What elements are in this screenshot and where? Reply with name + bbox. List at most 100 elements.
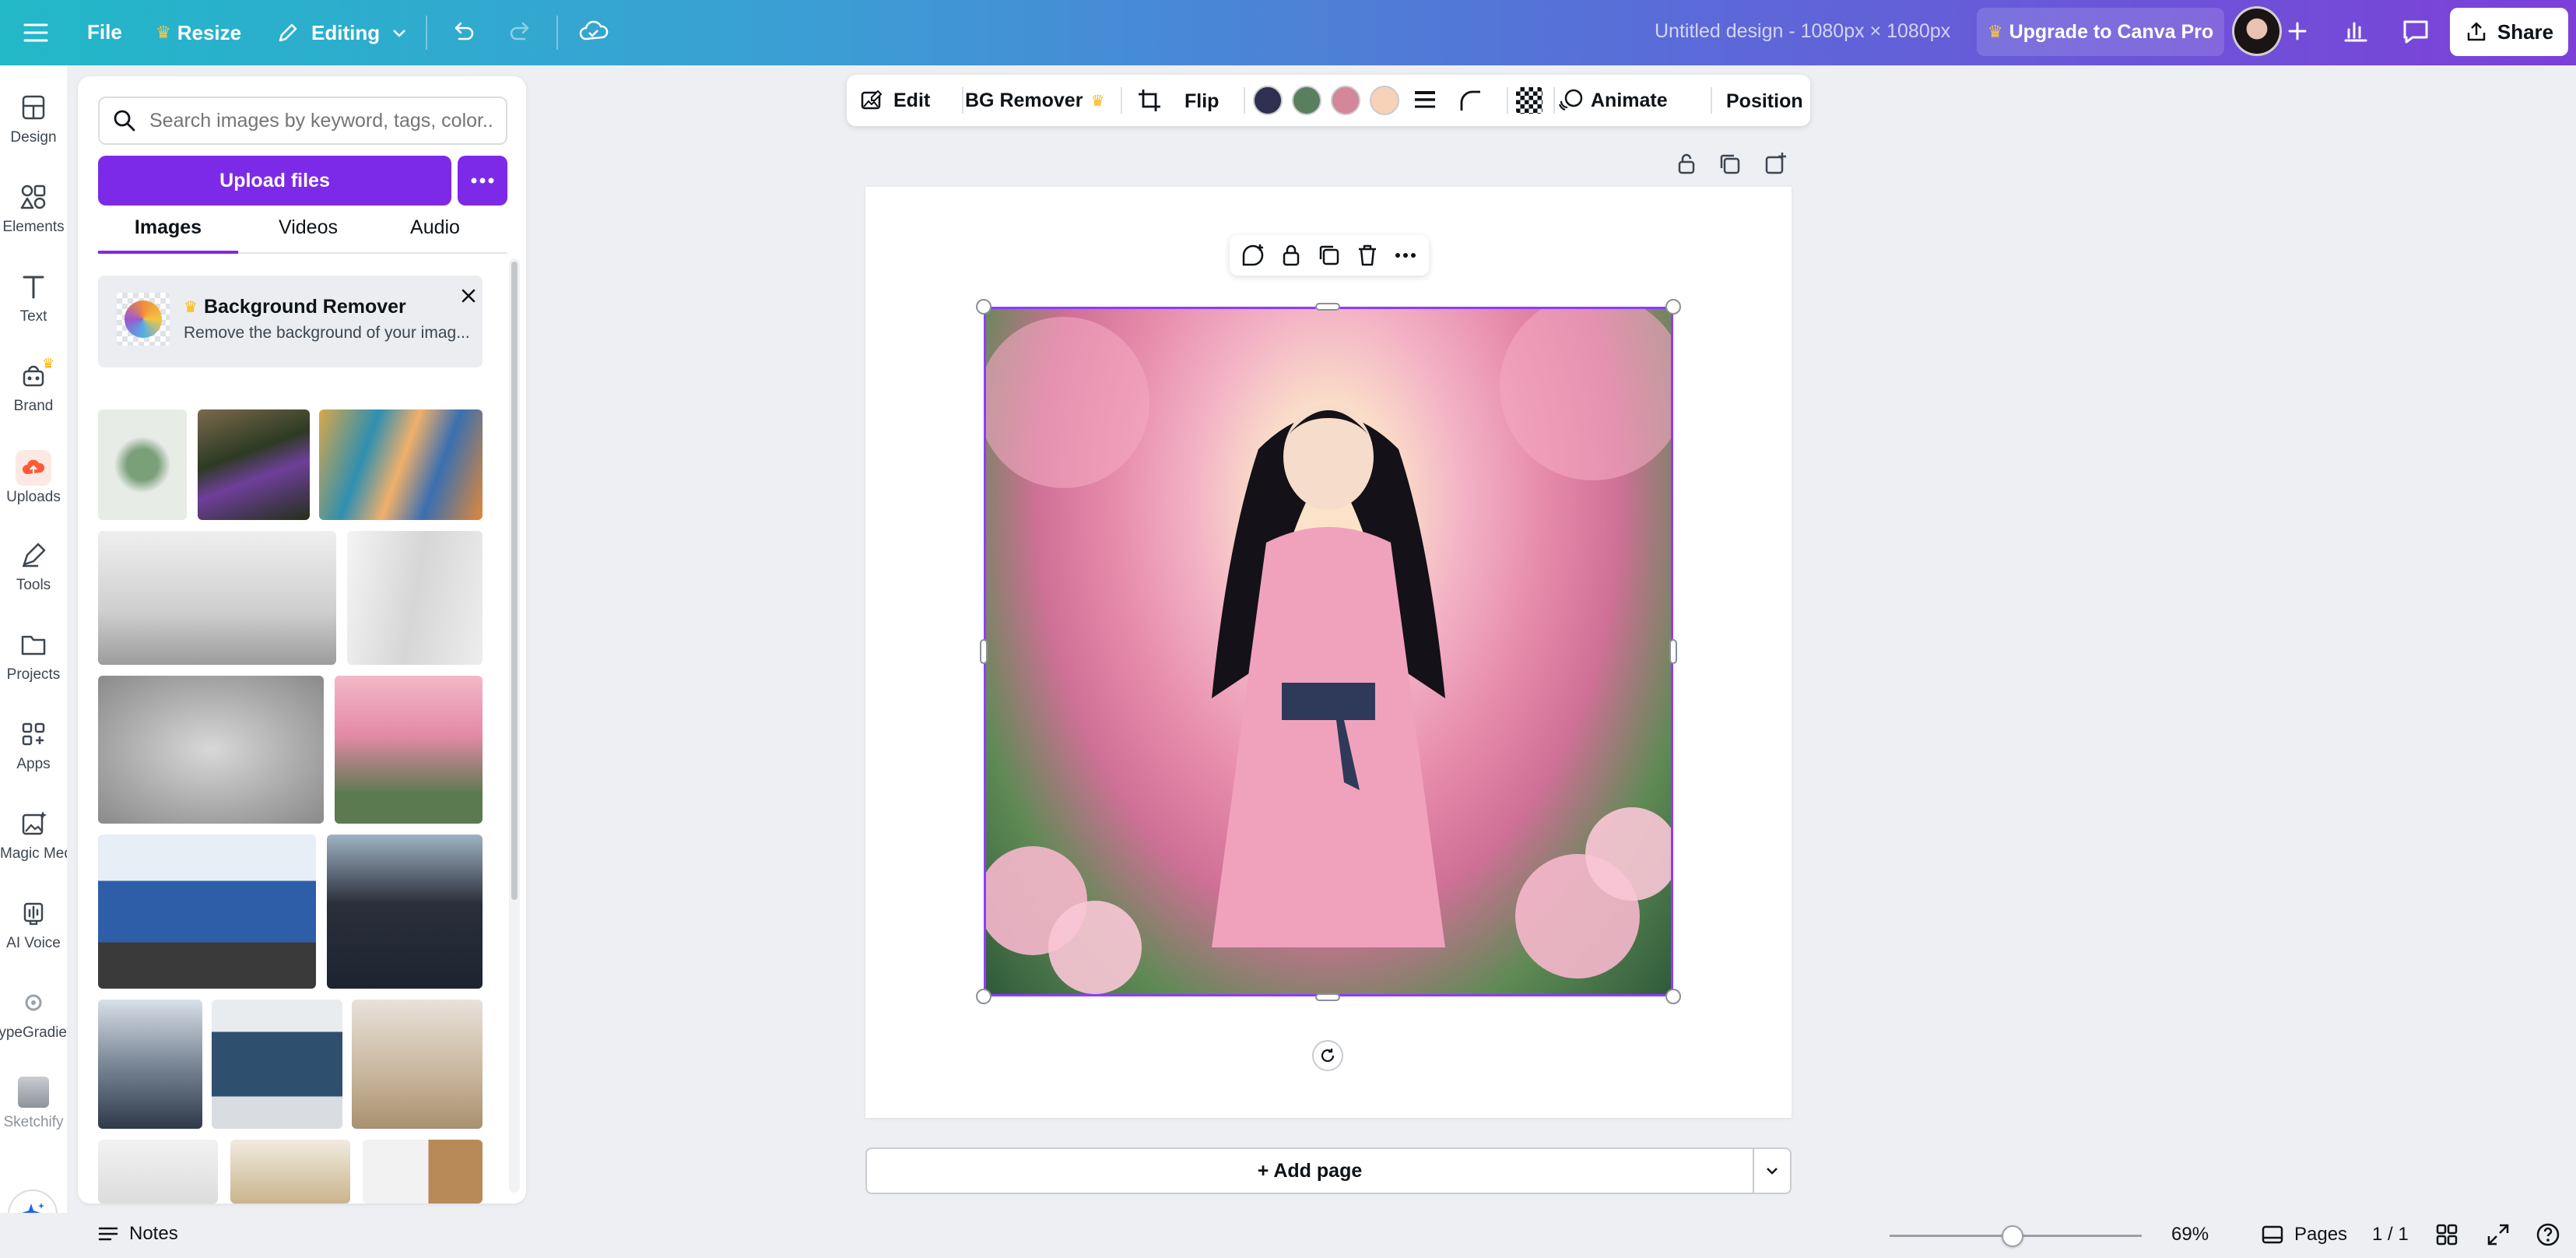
tab-videos[interactable]: Videos <box>238 216 378 254</box>
redo-icon[interactable] <box>507 17 535 45</box>
rail-item-magic-media[interactable]: Magic Media <box>0 808 67 863</box>
add-page-button[interactable]: + Add page <box>865 1147 1754 1194</box>
pages-button[interactable]: Pages <box>2260 1222 2347 1247</box>
image-thumbnail-gallery-wall[interactable] <box>352 1000 483 1129</box>
image-color-swatch[interactable] <box>1370 86 1399 115</box>
bg-remover-button[interactable]: BG Remover ♛ <box>965 84 1104 117</box>
add-comment-icon[interactable] <box>1240 242 1266 269</box>
avatar[interactable] <box>2232 6 2282 56</box>
image-thumbnail-watercolor-hummingbird[interactable] <box>98 409 187 520</box>
add-collaborator-icon[interactable] <box>2283 17 2311 45</box>
border-style-icon[interactable] <box>1412 87 1438 114</box>
rail-item-projects[interactable]: Projects <box>0 629 67 683</box>
undo-icon[interactable] <box>448 17 476 45</box>
rail-item-apps[interactable]: Apps <box>0 719 67 773</box>
zoom-slider-thumb[interactable] <box>2002 1225 2023 1247</box>
resize-button[interactable]: ♛ Resize <box>156 17 241 48</box>
grid-view-icon[interactable] <box>2434 1222 2459 1247</box>
add-page-icon[interactable] <box>1762 151 1788 177</box>
insights-chart-icon[interactable] <box>2339 16 2371 47</box>
editing-mode-dropdown[interactable]: Editing <box>275 16 408 50</box>
tools-icon <box>18 539 49 571</box>
image-thumbnail-forest-iris[interactable] <box>198 409 310 520</box>
image-thumbnail-pencil-bird-nest[interactable] <box>98 531 336 665</box>
animate-button[interactable]: Animate <box>1558 84 1668 117</box>
rail-item-elements[interactable]: Elements <box>0 181 67 236</box>
cloud-save-icon[interactable] <box>577 17 609 45</box>
rail-item-typegradient[interactable]: TypeGradie... <box>0 987 67 1042</box>
image-thumbnail-sales-meeting[interactable] <box>98 835 316 989</box>
panel-scrollbar[interactable] <box>509 258 520 1193</box>
image-thumbnail-anime-girl[interactable] <box>335 676 483 824</box>
transparency-icon[interactable] <box>1516 87 1542 114</box>
notes-button[interactable]: Notes <box>97 1222 178 1246</box>
image-illustration <box>986 309 1671 994</box>
flip-button[interactable]: Flip <box>1184 90 1219 113</box>
rail-item-tools[interactable]: Tools <box>0 539 67 594</box>
top-bar: File ♛ Resize Editing Untitled design - … <box>0 0 2576 65</box>
file-menu[interactable]: File <box>87 20 122 44</box>
edit-image-button[interactable]: Edit <box>859 84 930 117</box>
rail-item-uploads[interactable]: Uploads <box>0 450 67 506</box>
selected-image-anime-girl-cherry-blossoms[interactable] <box>984 307 1673 996</box>
more-horizontal-icon <box>470 177 495 184</box>
image-color-swatch[interactable] <box>1331 86 1360 115</box>
upgrade-button[interactable]: ♛ Upgrade to Canva Pro <box>1977 8 2224 56</box>
resize-handle-left[interactable] <box>980 639 988 664</box>
resize-handle-right[interactable] <box>1669 639 1677 664</box>
crop-icon[interactable] <box>1136 87 1163 114</box>
lock-page-icon[interactable] <box>1673 151 1700 177</box>
image-thumbnail-product-box[interactable] <box>230 1140 350 1204</box>
image-thumbnail-white-interior[interactable] <box>98 1140 218 1204</box>
image-thumbnail-businessman[interactable] <box>327 835 483 989</box>
image-thumbnail-colorful-portrait[interactable] <box>319 409 483 520</box>
image-thumbnail-pencil-face-profile[interactable] <box>347 531 483 665</box>
position-button[interactable]: Position <box>1726 90 1803 113</box>
rail-item-ai-voice[interactable]: AI Voice <box>0 898 67 952</box>
search-box[interactable] <box>98 97 507 145</box>
tab-audio[interactable]: Audio <box>363 216 507 254</box>
comment-icon[interactable] <box>2400 16 2431 47</box>
lock-icon[interactable] <box>1278 242 1304 269</box>
hamburger-menu-icon[interactable] <box>22 19 50 47</box>
close-icon[interactable] <box>459 286 478 305</box>
tab-images[interactable]: Images <box>98 216 238 254</box>
rotate-handle[interactable] <box>1312 1040 1343 1071</box>
duplicate-page-icon[interactable] <box>1717 151 1743 177</box>
rail-item-brand[interactable]: ♛ Brand <box>0 360 67 415</box>
chevron-down-icon <box>1764 1162 1781 1179</box>
image-thumbnail-man-profile[interactable] <box>98 1000 202 1129</box>
crown-icon: ♛ <box>156 23 171 43</box>
resize-handle-top[interactable] <box>1315 303 1340 311</box>
crown-icon: ♛ <box>42 356 54 372</box>
resize-handle-bottom-left[interactable] <box>976 989 991 1004</box>
search-input[interactable] <box>149 110 492 132</box>
resize-handle-bottom[interactable] <box>1315 993 1340 1001</box>
background-remover-promo[interactable]: ♛ Background Remover Remove the backgrou… <box>98 276 483 367</box>
share-button[interactable]: Share <box>2450 8 2568 56</box>
resize-handle-bottom-right[interactable] <box>1665 989 1681 1004</box>
image-color-swatch[interactable] <box>1292 86 1321 115</box>
more-options-icon[interactable] <box>1392 242 1419 269</box>
image-thumbnail-blue-sofa[interactable] <box>212 1000 342 1129</box>
pencil-icon <box>275 20 300 45</box>
corner-rounding-icon[interactable] <box>1457 87 1483 114</box>
upload-files-button[interactable]: Upload files <box>98 156 451 206</box>
image-thumbnail-corkboard[interactable] <box>363 1140 483 1204</box>
design-title[interactable]: Untitled design - 1080px × 1080px <box>1655 20 1950 43</box>
more-upload-options-button[interactable] <box>458 156 507 206</box>
scrollbar-thumb[interactable] <box>511 262 518 900</box>
duplicate-icon[interactable] <box>1316 242 1342 269</box>
zoom-level[interactable]: 69% <box>2171 1224 2209 1246</box>
image-thumbnail-glass-splash[interactable] <box>98 676 324 824</box>
rail-item-text[interactable]: Text <box>0 271 67 325</box>
rail-item-sketchify[interactable]: Sketchify <box>0 1077 67 1131</box>
resize-handle-top-left[interactable] <box>976 299 991 314</box>
fullscreen-icon[interactable] <box>2486 1222 2511 1247</box>
delete-icon[interactable] <box>1354 242 1381 269</box>
rail-item-design[interactable]: Design <box>0 92 67 146</box>
help-icon[interactable] <box>2536 1222 2560 1247</box>
resize-handle-top-right[interactable] <box>1665 299 1681 314</box>
add-page-options-button[interactable] <box>1753 1147 1792 1194</box>
image-color-swatch[interactable] <box>1253 86 1283 115</box>
